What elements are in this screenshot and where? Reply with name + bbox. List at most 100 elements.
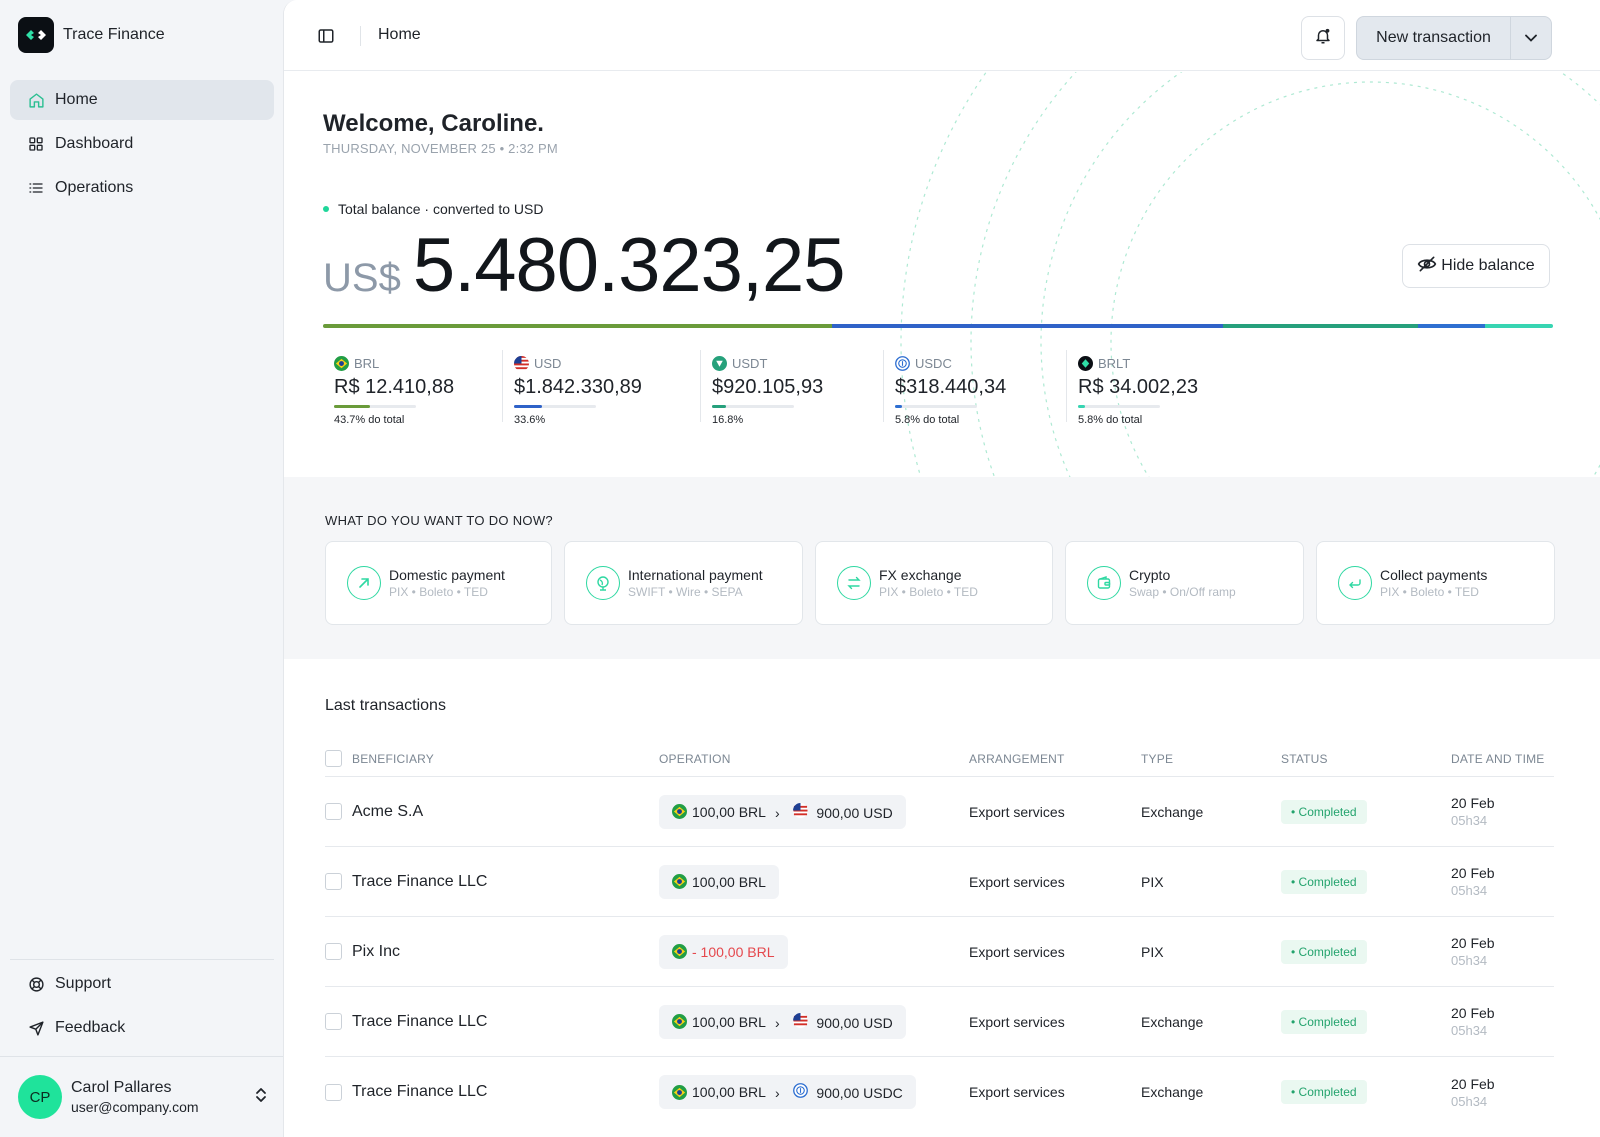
row-checkbox[interactable] bbox=[325, 1013, 342, 1030]
asset-usd: USD $1.842.330,89 33.6% bbox=[503, 350, 701, 426]
operation-from: 100,00 BRL bbox=[692, 1013, 766, 1030]
sidebar-nav: Home Dashboard Operations bbox=[10, 80, 274, 212]
action-collect-payments[interactable]: Collect payments PIX • Boleto • TED bbox=[1316, 541, 1555, 625]
row-checkbox[interactable] bbox=[325, 1083, 342, 1101]
asset-share-label: 5.8% do total bbox=[1078, 414, 1143, 426]
operation-to: 900,00 USD bbox=[816, 1014, 893, 1031]
allocation-segment bbox=[1485, 324, 1553, 328]
asset-share-bar bbox=[334, 405, 416, 408]
asset-share-bar bbox=[895, 405, 977, 408]
action-fx-exchange[interactable]: FX exchange PIX • Boleto • TED bbox=[815, 541, 1053, 625]
transaction-type: Exchange bbox=[1141, 1084, 1204, 1100]
quick-actions: WHAT DO YOU WANT TO DO NOW? Domestic pay… bbox=[284, 477, 1600, 659]
topbar-divider bbox=[360, 26, 361, 46]
table-row[interactable]: Pix Inc - 100,00 BRL Export services PIX… bbox=[325, 917, 1554, 987]
sidebar-item-feedback[interactable]: Feedback bbox=[10, 1008, 274, 1048]
new-transaction-menu-button[interactable] bbox=[1511, 17, 1551, 59]
transaction-type: Exchange bbox=[1141, 1013, 1204, 1030]
status-badge: • Completed bbox=[1281, 799, 1367, 824]
chevron-right-icon: › bbox=[774, 804, 780, 821]
action-crypto[interactable]: Crypto Swap • On/Off ramp bbox=[1065, 541, 1304, 625]
asset-value: R$ 34.002,23 bbox=[1078, 376, 1199, 398]
table-row[interactable]: Acme S.A 100,00 BRL › 900,00 USD Export … bbox=[325, 777, 1554, 847]
total-balance: US$ 5.480.323,25 bbox=[323, 222, 846, 309]
transaction-time: 05h34 bbox=[1451, 1023, 1488, 1038]
status-badge: • Completed bbox=[1281, 1080, 1367, 1104]
sidebar: Trace Finance Home Dashboard Operations bbox=[0, 0, 283, 1137]
sidebar-divider bbox=[0, 1056, 283, 1057]
grid-icon bbox=[27, 135, 45, 153]
action-domestic-payment[interactable]: Domestic payment PIX • Boleto • TED bbox=[325, 541, 552, 625]
sidebar-item-label: Home bbox=[55, 91, 98, 108]
action-international-payment[interactable]: International payment SWIFT • Wire • SEP… bbox=[564, 541, 803, 625]
column-header: ARRANGEMENT bbox=[969, 751, 1065, 766]
operation-pill: 100,00 BRL bbox=[659, 864, 779, 899]
brazil-flag-icon bbox=[334, 355, 349, 371]
balance-section: Welcome, Caroline. THURSDAY, NOVEMBER 25… bbox=[284, 72, 1600, 477]
asset-value: $1.842.330,89 bbox=[514, 376, 642, 398]
send-icon bbox=[27, 1019, 45, 1037]
allocation-bar bbox=[323, 324, 1553, 328]
sidebar-item-label: Operations bbox=[55, 179, 134, 196]
avatar: CP bbox=[18, 1075, 62, 1119]
asset-usdt: USDT $920.105,93 16.8% bbox=[701, 350, 884, 426]
asset-share-label: 16.8% bbox=[712, 414, 744, 426]
transaction-time: 05h34 bbox=[1451, 953, 1488, 968]
brand[interactable]: Trace Finance bbox=[18, 17, 165, 53]
column-header: TYPE bbox=[1141, 751, 1174, 766]
list-icon bbox=[27, 179, 45, 197]
asset-share-bar bbox=[712, 405, 794, 408]
asset-share-fill bbox=[895, 405, 902, 408]
wallet-icon bbox=[1087, 566, 1121, 600]
asset-share-bar bbox=[1078, 405, 1160, 408]
quick-actions-title: WHAT DO YOU WANT TO DO NOW? bbox=[325, 513, 553, 528]
arrangement: Export services bbox=[969, 803, 1065, 820]
chevron-up-down-icon[interactable] bbox=[254, 1086, 268, 1109]
column-header: OPERATION bbox=[659, 751, 731, 766]
table-row[interactable]: Trace Finance LLC 100,00 BRL Export serv… bbox=[325, 847, 1554, 917]
brand-logo-icon bbox=[18, 17, 54, 53]
allocation-segment bbox=[1222, 324, 1418, 328]
sidebar-toggle-icon[interactable] bbox=[317, 27, 335, 45]
operation-pill: 100,00 BRL › 900,00 USDC bbox=[659, 1075, 916, 1109]
chevron-right-icon: › bbox=[774, 1014, 780, 1031]
operation-to: 900,00 USD bbox=[816, 804, 893, 821]
beneficiary-name: Trace Finance LLC bbox=[352, 1083, 488, 1100]
balance-label: Total balance · converted to USD bbox=[323, 201, 543, 217]
asset-brl: BRL R$ 12.410,88 43.7% do total bbox=[323, 350, 503, 426]
sidebar-item-label: Dashboard bbox=[55, 135, 134, 152]
operation-pill: 100,00 BRL › 900,00 USD bbox=[659, 1004, 906, 1039]
operation-from: - 100,00 BRL bbox=[692, 943, 775, 960]
row-checkbox[interactable] bbox=[325, 943, 342, 960]
arrangement: Export services bbox=[969, 1084, 1065, 1100]
allocation-segment bbox=[831, 324, 1223, 328]
status-badge: • Completed bbox=[1281, 869, 1367, 894]
table-row[interactable]: Trace Finance LLC 100,00 BRL › 900,00 US… bbox=[325, 987, 1554, 1057]
sidebar-item-dashboard[interactable]: Dashboard bbox=[10, 124, 274, 164]
brlt-token-icon bbox=[1078, 355, 1093, 371]
eye-off-icon bbox=[1417, 254, 1441, 279]
row-checkbox[interactable] bbox=[325, 803, 342, 820]
column-header: STATUS bbox=[1281, 751, 1328, 766]
sidebar-item-operations[interactable]: Operations bbox=[10, 168, 274, 208]
asset-brlt: BRLT R$ 34.002,23 5.8% do total bbox=[1067, 350, 1247, 426]
select-all-checkbox[interactable] bbox=[325, 750, 342, 767]
sidebar-item-support[interactable]: Support bbox=[10, 964, 274, 1004]
sidebar-item-home[interactable]: Home bbox=[10, 80, 274, 120]
column-header: DATE AND TIME bbox=[1451, 751, 1545, 766]
hide-balance-button[interactable]: Hide balance bbox=[1402, 244, 1550, 288]
beneficiary-name: Acme S.A bbox=[352, 802, 424, 820]
status-badge: • Completed bbox=[1281, 939, 1367, 964]
asset-value: $318.440,34 bbox=[895, 376, 1007, 398]
table-row[interactable]: Trace Finance LLC 100,00 BRL › 900,00 US… bbox=[325, 1057, 1554, 1127]
new-transaction-button[interactable]: New transaction bbox=[1357, 17, 1511, 59]
user-menu[interactable]: CP Carol Pallares user@company.com bbox=[18, 1075, 268, 1119]
lifebuoy-icon bbox=[27, 975, 45, 993]
operation-from: 100,00 BRL bbox=[692, 1084, 766, 1100]
last-transactions: Last transactions BENEFICIARY OPERATION … bbox=[284, 659, 1600, 1137]
page-title: Home bbox=[378, 26, 421, 43]
asset-share-label: 43.7% do total bbox=[334, 414, 405, 426]
notifications-button[interactable] bbox=[1301, 16, 1345, 60]
transactions-table: BENEFICIARY OPERATION ARRANGEMENT TYPE S… bbox=[325, 741, 1554, 1127]
row-checkbox[interactable] bbox=[325, 873, 342, 890]
